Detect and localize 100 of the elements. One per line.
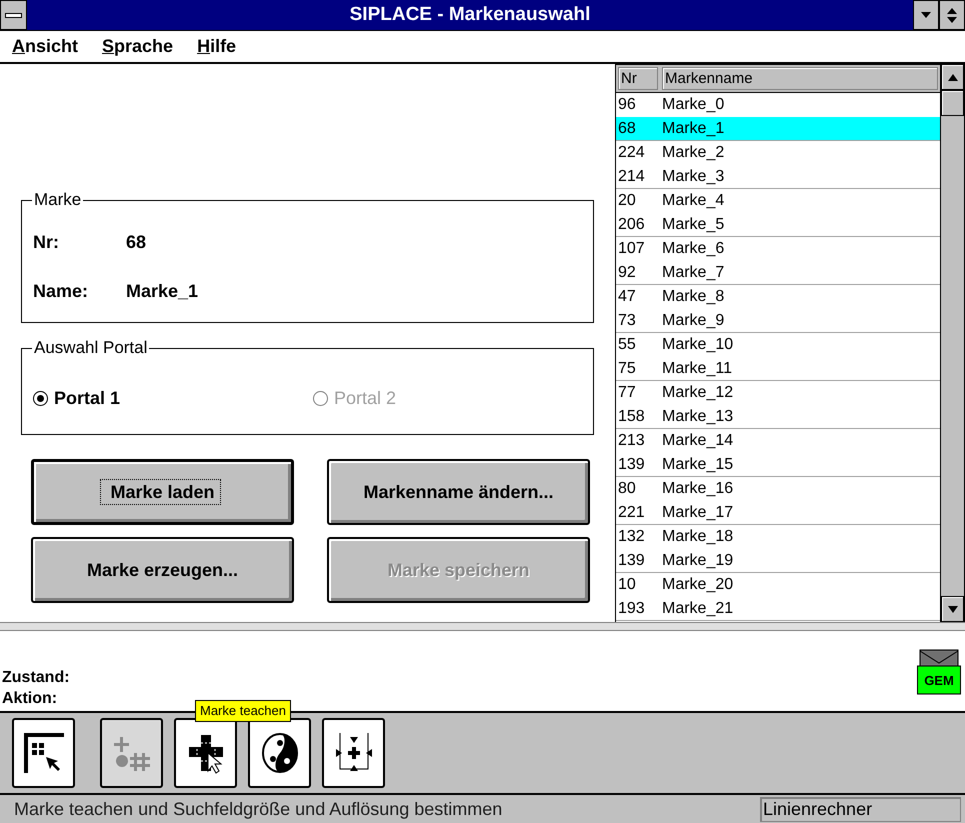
table-cell-text: Marke_4 xyxy=(662,191,724,211)
tooltip: Marke teachen xyxy=(195,700,291,722)
table-cell-text: 55 xyxy=(618,335,637,355)
scrollbar[interactable] xyxy=(940,64,965,622)
table-cell-text: Marke_5 xyxy=(662,215,724,235)
table-cell-text: 139 xyxy=(618,455,646,475)
table-row[interactable]: 224 Marke_2 xyxy=(616,141,940,165)
table-cell-text: 132 xyxy=(618,527,646,547)
table-cell-text: 206 xyxy=(618,215,646,235)
table-cell-text: 214 xyxy=(618,167,646,187)
table-row[interactable]: 96 Marke_0 xyxy=(616,93,940,117)
scroll-down-button[interactable] xyxy=(941,596,964,622)
table-row[interactable]: 214 Marke_3 xyxy=(616,165,940,189)
table-cell-text: 10 xyxy=(618,575,637,595)
table-cell-text: Marke_1 xyxy=(662,119,724,139)
menu-item[interactable]: Ansicht xyxy=(12,33,78,60)
tool-button[interactable] xyxy=(248,718,311,788)
minimize-button[interactable] xyxy=(913,0,939,30)
tool-button[interactable] xyxy=(174,718,237,788)
table-cell-text: Marke_12 xyxy=(662,383,734,403)
table-cell-text: Marke_2 xyxy=(662,143,724,163)
status-label: Zustand: xyxy=(2,668,70,688)
status-panel: Linienrechner xyxy=(760,796,961,822)
column-header[interactable]: Nr xyxy=(618,67,658,90)
table-row[interactable]: 206 Marke_5 xyxy=(616,213,940,237)
action-button[interactable]: Markenname ändern... xyxy=(327,459,590,525)
table-row[interactable]: 92 Marke_7 xyxy=(616,261,940,285)
field-label: Nr: xyxy=(33,231,60,254)
table-cell-text: 80 xyxy=(618,479,637,499)
table-cell-text: Marke_6 xyxy=(662,239,724,259)
table-cell-text: Marke_7 xyxy=(662,263,724,283)
table-cell-text: Marke_16 xyxy=(662,479,734,499)
radio-label: Portal 1 xyxy=(54,387,120,410)
table-cell-text: 107 xyxy=(618,239,646,259)
table-cell-text: 75 xyxy=(618,359,637,379)
table-cell-text: 92 xyxy=(618,263,637,283)
action-button[interactable]: Marke erzeugen... xyxy=(31,537,294,603)
table-cell-text: 77 xyxy=(618,383,637,403)
window-title: SIPLACE - Markenauswahl xyxy=(348,2,592,27)
caret-icon xyxy=(948,606,958,612)
mail-label: GEM xyxy=(923,673,955,689)
radio-option[interactable]: Portal 1 xyxy=(33,385,313,412)
table-row[interactable]: 158 Marke_13 xyxy=(616,405,940,429)
radio-label: Portal 2 xyxy=(334,387,396,410)
table-cell-text: Marke_8 xyxy=(662,287,724,307)
caret-icon xyxy=(948,74,958,80)
table-cell-text: Marke_11 xyxy=(662,359,732,379)
table-row[interactable]: 10 Marke_20 xyxy=(616,573,940,597)
table-cell-text: 20 xyxy=(618,191,637,211)
table-row[interactable]: 20 Marke_4 xyxy=(616,189,940,213)
column-header[interactable]: Markenname xyxy=(662,67,938,90)
field-value: Marke_1 xyxy=(126,280,200,303)
table-row[interactable]: 75 Marke_11 xyxy=(616,357,940,381)
caret-icon xyxy=(921,12,931,18)
table-row[interactable]: 139 Marke_15 xyxy=(616,453,940,477)
system-menu-button[interactable] xyxy=(0,0,27,30)
table-row[interactable]: 132 Marke_18 xyxy=(616,525,940,549)
table-row[interactable]: 221 Marke_17 xyxy=(616,501,940,525)
tool-button[interactable] xyxy=(322,718,385,788)
table-row[interactable]: 68 Marke_1 xyxy=(616,117,940,141)
scroll-up-button[interactable] xyxy=(941,64,964,90)
table-cell-text: 158 xyxy=(618,407,646,427)
table-row[interactable]: 55 Marke_10 xyxy=(616,333,940,357)
table-cell-text: Marke_14 xyxy=(662,431,734,451)
tool-button[interactable] xyxy=(12,718,75,788)
table-cell-text: Marke_17 xyxy=(662,503,734,523)
restore-button[interactable] xyxy=(939,0,965,30)
table-cell-text: 68 xyxy=(618,119,637,139)
select-pointer-icon xyxy=(22,731,66,775)
table-row[interactable]: 193 Marke_21 xyxy=(616,597,940,621)
table-cell-text: Marke_21 xyxy=(662,599,734,619)
table-cell-text: Marke_19 xyxy=(662,551,734,571)
table-cell-text: Marke_0 xyxy=(662,95,724,115)
field-value: 68 xyxy=(126,231,148,254)
table-cell-text: Marke_18 xyxy=(662,527,734,547)
table-cell-text: 221 xyxy=(618,503,646,523)
menu-item[interactable]: Hilfe xyxy=(197,33,236,60)
table-row[interactable]: 47 Marke_8 xyxy=(616,285,940,309)
table-cell-text: 139 xyxy=(618,551,646,571)
menu-item[interactable]: Sprache xyxy=(102,33,174,60)
table-row[interactable]: 73 Marke_9 xyxy=(616,309,940,333)
table-cell-text: 213 xyxy=(618,431,646,451)
table-row[interactable]: 77 Marke_12 xyxy=(616,381,940,405)
field-label: Name: xyxy=(33,280,90,303)
radio-icon xyxy=(33,391,48,406)
radio-icon xyxy=(313,391,328,406)
table-row[interactable]: 139 Marke_19 xyxy=(616,549,940,573)
table-cell-text: 47 xyxy=(618,287,637,307)
table-cell-text: Marke_9 xyxy=(662,311,724,331)
table-cell-text: Marke_15 xyxy=(662,455,734,475)
table-cell-text: Marke_13 xyxy=(662,407,734,427)
scroll-thumb[interactable] xyxy=(941,90,964,116)
action-button[interactable]: Marke laden xyxy=(31,459,294,525)
table-cell-text: 96 xyxy=(618,95,637,115)
table-row[interactable]: 80 Marke_16 xyxy=(616,477,940,501)
table-row[interactable]: 107 Marke_6 xyxy=(616,237,940,261)
table-cell-text: 224 xyxy=(618,143,646,163)
table-cell-text: Marke_10 xyxy=(662,335,734,355)
table-row[interactable]: 213 Marke_14 xyxy=(616,429,940,453)
table-cell-text: 193 xyxy=(618,599,646,619)
